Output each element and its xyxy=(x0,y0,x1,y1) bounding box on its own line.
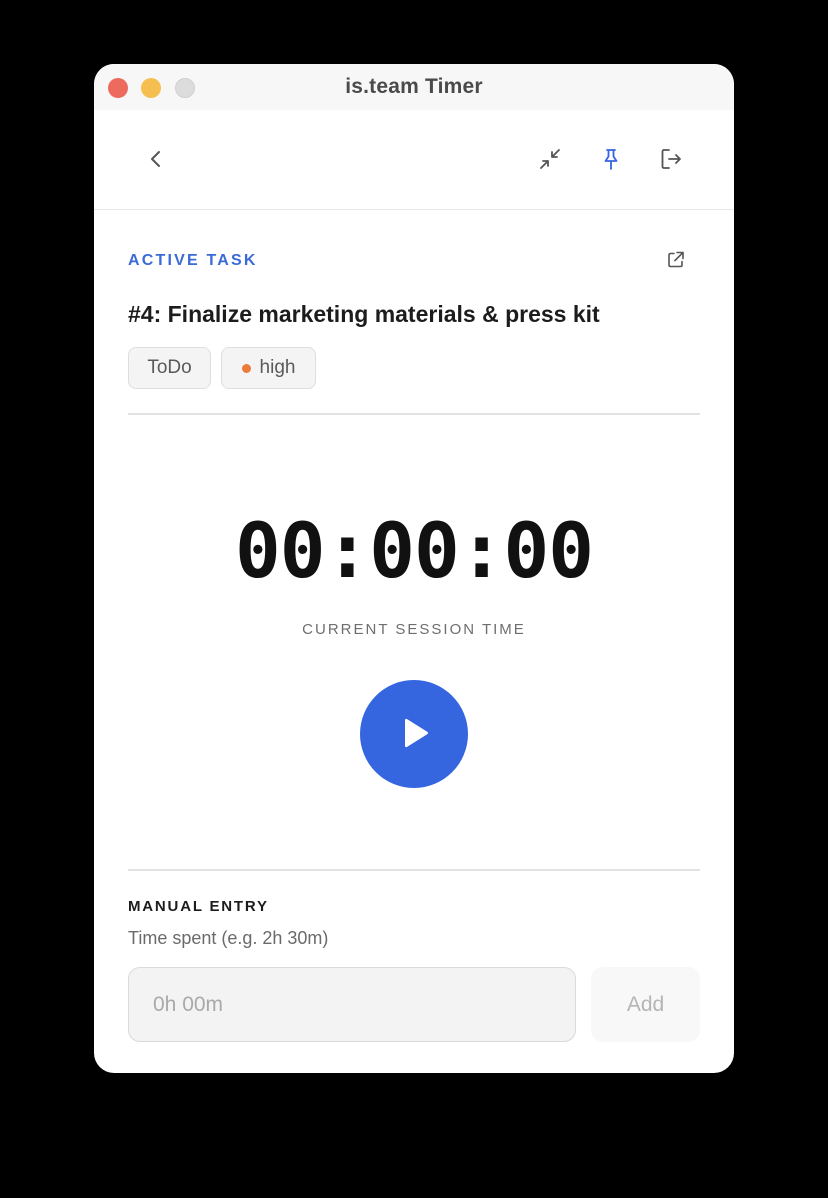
divider xyxy=(128,869,700,871)
open-task-external-button[interactable] xyxy=(663,247,689,273)
divider xyxy=(128,413,700,415)
manual-entry-label: MANUAL ENTRY xyxy=(128,898,269,915)
window-title: is.team Timer xyxy=(345,75,483,98)
back-button[interactable] xyxy=(139,142,173,176)
active-task-label: ACTIVE TASK xyxy=(128,252,258,269)
status-badge-label: ToDo xyxy=(147,357,192,378)
log-out-icon xyxy=(661,149,681,169)
priority-dot xyxy=(241,363,251,373)
play-icon xyxy=(405,718,428,748)
collapse-arrows-icon xyxy=(540,149,560,169)
play-button[interactable] xyxy=(360,680,468,788)
add-time-button[interactable]: Add xyxy=(591,967,700,1042)
collapse-button[interactable] xyxy=(533,142,567,176)
status-badge: ToDo xyxy=(128,347,211,389)
pin-button[interactable] xyxy=(594,142,628,176)
timer-window: is.team Timer ACTIVE TASK #4: Finalize m… xyxy=(94,64,734,1073)
session-time-label: CURRENT SESSION TIME xyxy=(302,621,526,638)
task-title: #4: Finalize marketing materials & press… xyxy=(128,301,600,327)
time-spent-hint: Time spent (e.g. 2h 30m) xyxy=(128,928,329,948)
priority-badge: high xyxy=(221,347,316,389)
priority-badge-label: high xyxy=(259,357,296,378)
timer-display: 00:00:00 xyxy=(234,506,594,595)
time-spent-input[interactable] xyxy=(128,967,576,1042)
toolbar xyxy=(94,110,734,210)
log-out-button[interactable] xyxy=(654,142,688,176)
pin-icon xyxy=(604,149,618,170)
chevron-left-icon xyxy=(151,151,160,167)
title-bar[interactable]: is.team Timer xyxy=(94,64,734,110)
external-link-icon xyxy=(668,251,684,268)
